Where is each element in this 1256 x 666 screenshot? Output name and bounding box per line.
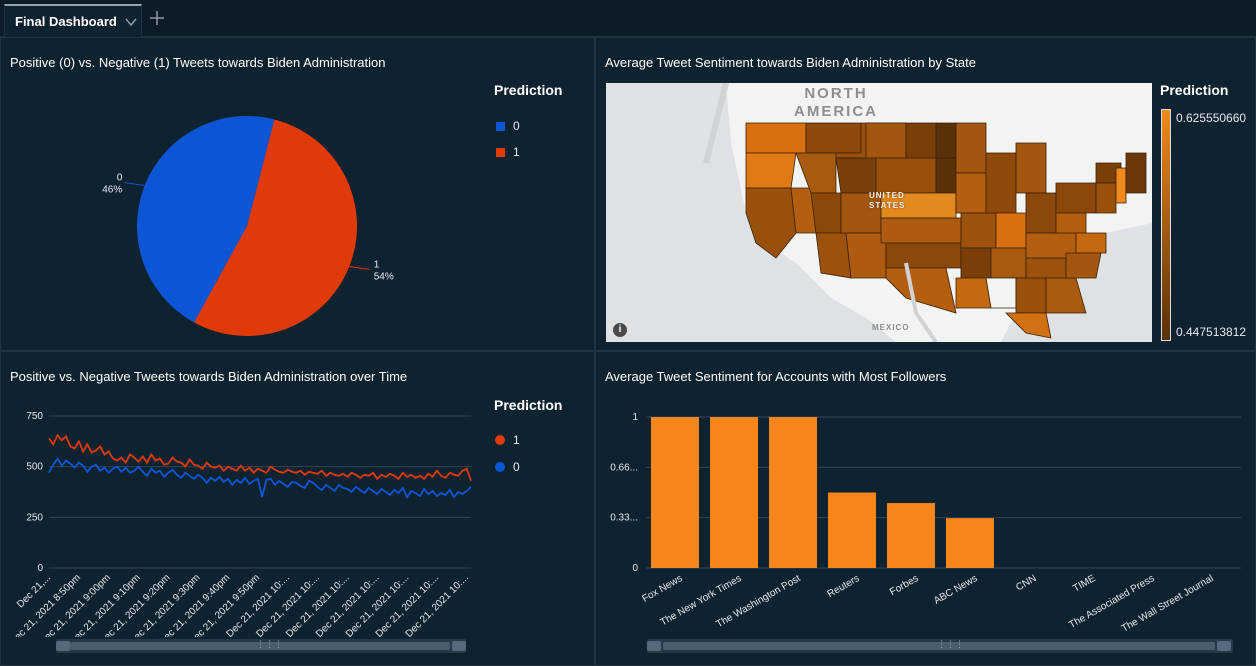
panel-title: Average Tweet Sentiment towards Biden Ad… <box>605 55 976 70</box>
y-tick-label: 0.66... <box>610 462 638 473</box>
legend-swatch <box>495 435 505 445</box>
scroll-handle-right[interactable] <box>1217 641 1231 651</box>
legend-item-0[interactable]: 0 <box>496 119 520 133</box>
scroll-grip: ⋮⋮⋮ <box>937 639 964 649</box>
map-label-line: STATES <box>869 201 906 210</box>
legend-title: Prediction <box>494 397 563 413</box>
x-tick-label: Reuters <box>826 573 862 600</box>
line-series-0[interactable] <box>48 456 472 499</box>
legend-max-value: 0.625550660 <box>1176 111 1247 125</box>
chevron-down-icon[interactable] <box>124 15 138 29</box>
map-label-mexico: MEXICO <box>872 323 910 332</box>
scroll-handle-left[interactable] <box>56 641 70 651</box>
map-canvas <box>606 83 1152 342</box>
bar-chart: 00.33...0.66...1Fox NewsThe New York Tim… <box>610 412 1241 635</box>
line-chart-panel: Positive vs. Negative Tweets towards Bid… <box>0 351 595 666</box>
horizontal-scrollbar[interactable]: ⋮⋮⋮ <box>647 639 1233 653</box>
legend-item-1[interactable]: 1 <box>496 145 520 159</box>
tab-label: Final Dashboard <box>15 14 117 29</box>
y-tick-label: 250 <box>26 512 43 523</box>
pie-slice-name: 0 <box>117 173 123 184</box>
scroll-grip: ⋮⋮⋮ <box>256 639 283 649</box>
legend-label: 1 <box>513 145 520 159</box>
pie-leader-line <box>349 265 370 270</box>
y-tick-label: 500 <box>26 462 43 473</box>
y-tick-label: 0 <box>37 563 43 574</box>
legend-item-1[interactable]: 1 <box>495 433 520 447</box>
x-tick-label: CNN <box>1014 573 1038 593</box>
bar-chart-panel: Average Tweet Sentiment for Accounts wit… <box>595 351 1256 666</box>
choropleth-map[interactable]: NORTH AMERICA UNITED STATES MEXICO i <box>606 83 1152 342</box>
bar-abc-news[interactable] <box>946 518 994 568</box>
x-tick-label: TIME <box>1071 573 1097 595</box>
pie-slice-percent: 46% <box>102 185 122 196</box>
line-series-1[interactable] <box>48 433 472 482</box>
map-label-line: UNITED <box>869 191 905 200</box>
y-tick-label: 750 <box>26 411 43 422</box>
scroll-handle-right[interactable] <box>452 641 466 651</box>
map-label-country: UNITED STATES <box>869 191 905 211</box>
pie-leader-line <box>124 182 145 187</box>
map-label-line: NORTH <box>804 85 868 102</box>
pie-chart: 154% 046% <box>102 115 394 336</box>
map-label-continent: NORTH AMERICA <box>794 85 878 121</box>
legend-swatch <box>495 462 505 472</box>
legend-title: Prediction <box>494 82 563 98</box>
map-label-line: AMERICA <box>794 103 878 120</box>
legend-label: 1 <box>513 433 520 447</box>
horizontal-scrollbar[interactable]: ⋮⋮⋮ <box>56 639 466 653</box>
x-tick-label: Forbes <box>888 573 920 598</box>
legend-item-0[interactable]: 0 <box>495 460 520 474</box>
bar-forbes[interactable] <box>887 503 935 568</box>
legend-min-value: 0.447513812 <box>1176 325 1247 339</box>
bar-the-washington-post[interactable] <box>769 417 817 568</box>
line-chart: 0250500750Dec 21,...Dec 21, 2021 8:50pmD… <box>8 411 472 637</box>
legend-label: 0 <box>513 119 520 133</box>
pie-slice-percent: 54% <box>374 271 394 282</box>
x-tick-label: ABC News <box>932 573 979 607</box>
add-tab-icon[interactable] <box>148 9 166 27</box>
bar-fox-news[interactable] <box>651 417 699 568</box>
y-tick-label: 0 <box>632 563 638 574</box>
legend-label: 0 <box>513 460 520 474</box>
y-tick-label: 1 <box>632 412 638 423</box>
pie-chart-panel: Positive (0) vs. Negative (1) Tweets tow… <box>0 37 595 351</box>
pie-slice-name: 1 <box>374 259 380 270</box>
bar-the-new-york-times[interactable] <box>710 417 758 568</box>
legend-swatch <box>496 121 505 131</box>
y-tick-label: 0.33... <box>610 513 638 524</box>
map-panel: Average Tweet Sentiment towards Biden Ad… <box>595 37 1256 351</box>
legend-title: Prediction <box>1160 82 1229 98</box>
legend-swatch <box>496 147 505 157</box>
tab-final-dashboard[interactable]: Final Dashboard <box>4 4 142 37</box>
x-tick-label: Fox News <box>641 573 685 605</box>
info-icon[interactable]: i <box>613 323 627 337</box>
sheet-tab-bar: Final Dashboard <box>0 0 1256 37</box>
bar-reuters[interactable] <box>828 492 876 569</box>
color-scale-bar <box>1161 109 1171 341</box>
scroll-handle-left[interactable] <box>647 641 661 651</box>
